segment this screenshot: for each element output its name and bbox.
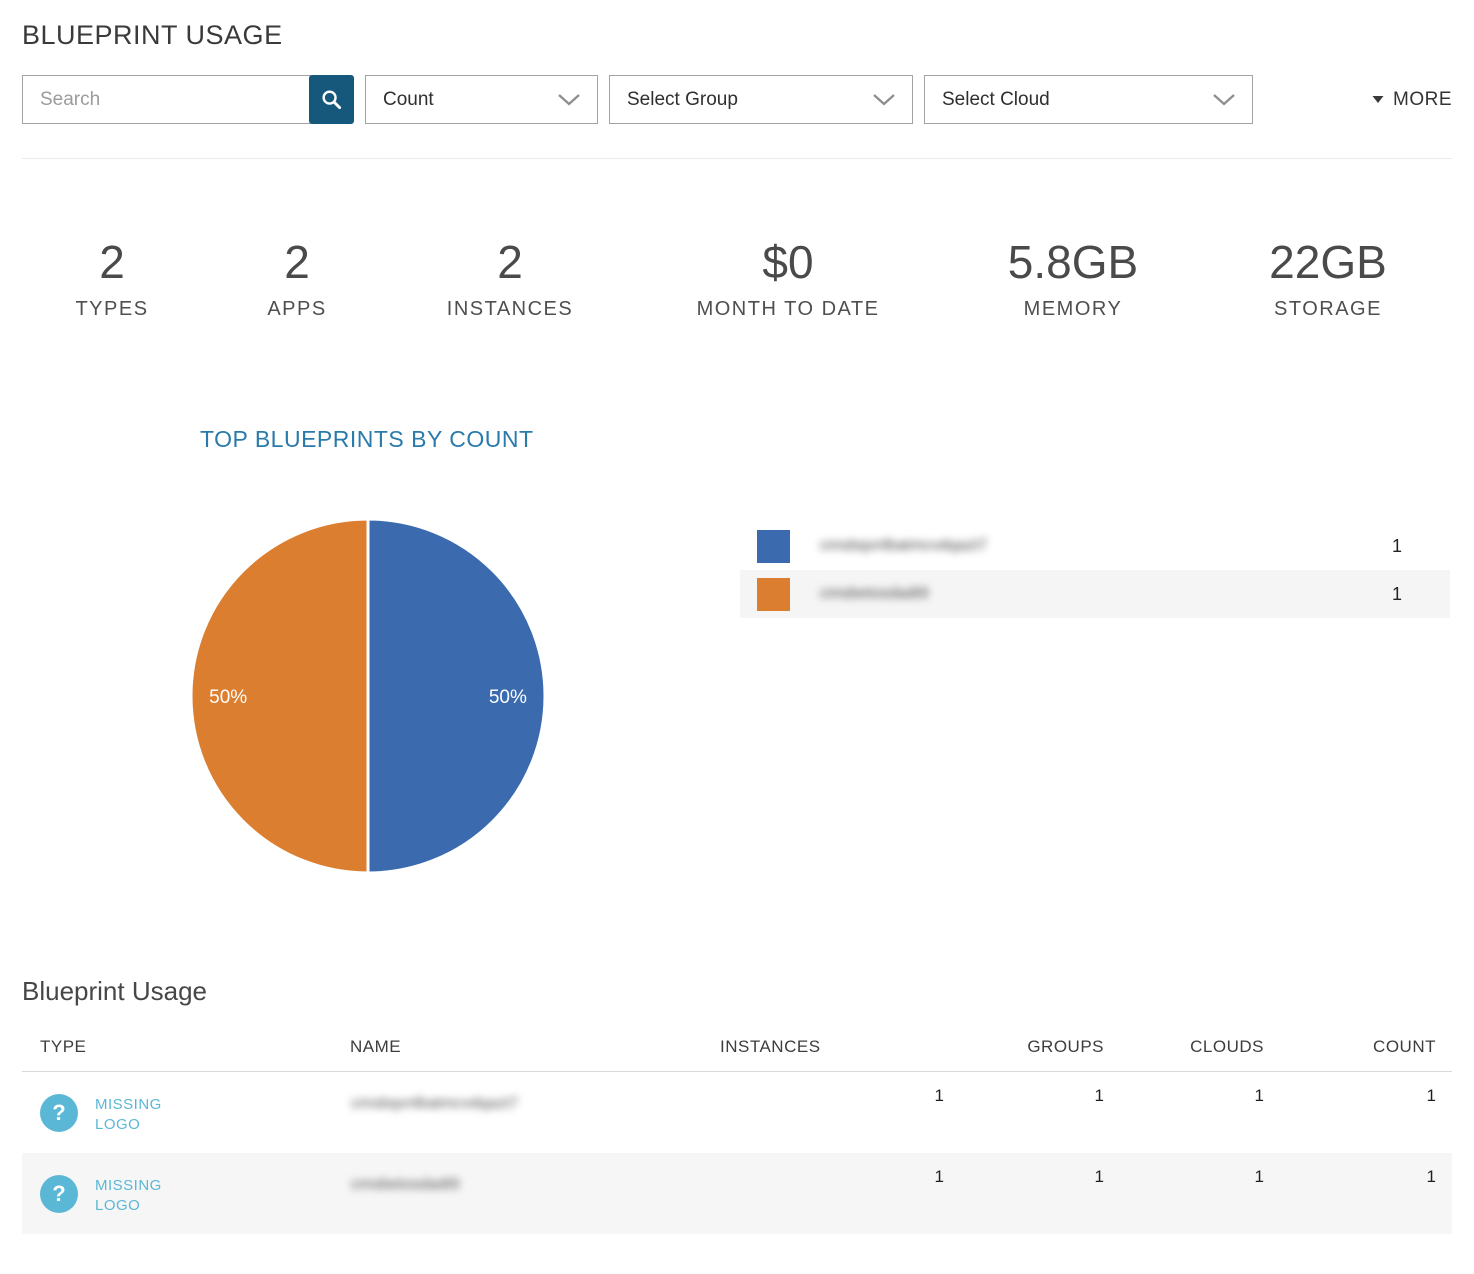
table-row[interactable]: ? MISSING LOGO cmsbetosdadt9 1 1 1 1 — [22, 1153, 1452, 1234]
blueprint-name-redacted: cmsbetosdadt9 — [351, 1176, 460, 1194]
col-header-name: NAME — [350, 1037, 720, 1072]
chart-title: TOP BLUEPRINTS BY COUNT — [200, 426, 534, 453]
page-title: BLUEPRINT USAGE — [22, 20, 1452, 51]
groups-value: 1 — [960, 1153, 1120, 1234]
page-header: BLUEPRINT USAGE Count Select Group — [0, 0, 1474, 124]
stats-row: 2 TYPES 2 APPS 2 INSTANCES $0 MONTH TO D… — [0, 159, 1474, 364]
count-value: 1 — [1280, 1153, 1452, 1234]
stat-value: 5.8GB — [1008, 237, 1138, 288]
clouds-value: 1 — [1120, 1153, 1280, 1234]
more-button[interactable]: MORE — [1372, 89, 1452, 111]
pie-slice-percent: 50% — [209, 687, 247, 708]
table-header-row: TYPE NAME INSTANCES GROUPS CLOUDS COUNT — [22, 1037, 1452, 1072]
col-header-type: TYPE — [22, 1037, 350, 1072]
col-header-count: COUNT — [1280, 1037, 1452, 1072]
legend-item: cmsbetosdadt9 1 — [740, 570, 1450, 618]
missing-logo-icon: ? — [40, 1094, 78, 1132]
stat-apps: 2 APPS — [267, 237, 326, 321]
count-select-value: Count — [383, 89, 434, 111]
stat-label: APPS — [267, 298, 326, 321]
blueprint-usage-table-section: Blueprint Usage TYPE NAME INSTANCES GROU… — [0, 976, 1474, 1234]
stat-value: 2 — [267, 237, 326, 288]
stat-types: 2 TYPES — [75, 237, 148, 321]
more-label: MORE — [1393, 89, 1452, 111]
search-icon — [320, 88, 343, 111]
missing-logo-label: MISSING LOGO — [95, 1095, 181, 1136]
cloud-select-value: Select Cloud — [942, 89, 1050, 111]
group-select-value: Select Group — [627, 89, 738, 111]
chevron-down-icon — [1212, 93, 1236, 107]
stat-label: INSTANCES — [447, 298, 573, 321]
stat-label: MONTH TO DATE — [697, 298, 880, 321]
search-group — [22, 75, 354, 124]
instances-value: 1 — [720, 1072, 960, 1153]
stat-label: TYPES — [75, 298, 148, 321]
stat-value: 2 — [447, 237, 573, 288]
legend-count: 1 — [1392, 584, 1402, 605]
pie-chart: 50% 50% — [188, 516, 548, 876]
col-header-clouds: CLOUDS — [1120, 1037, 1280, 1072]
count-value: 1 — [1280, 1072, 1452, 1153]
blueprint-name-redacted: cmsbqvnlbatmcvdqazt7 — [351, 1095, 518, 1113]
stat-value: $0 — [697, 237, 880, 288]
clouds-value: 1 — [1120, 1072, 1280, 1153]
chevron-down-icon — [872, 93, 896, 107]
col-header-groups: GROUPS — [960, 1037, 1120, 1072]
stat-instances: 2 INSTANCES — [447, 237, 573, 321]
col-header-instances: INSTANCES — [720, 1037, 960, 1072]
stat-value: 22GB — [1269, 237, 1387, 288]
stat-month-to-date: $0 MONTH TO DATE — [697, 237, 880, 321]
blueprint-type-cell: ? MISSING LOGO — [40, 1094, 349, 1136]
stat-memory: 5.8GB MEMORY — [1008, 237, 1138, 321]
legend-item: cmsbqvnlbatmcvdqazt7 1 — [740, 522, 1450, 570]
legend-label-redacted: cmsbetosdadt9 — [820, 585, 929, 603]
legend-swatch-orange — [757, 578, 790, 611]
stat-label: MEMORY — [1008, 298, 1138, 321]
count-select[interactable]: Count — [365, 75, 598, 124]
groups-value: 1 — [960, 1072, 1120, 1153]
legend-label-redacted: cmsbqvnlbatmcvdqazt7 — [820, 537, 987, 555]
blueprint-type-cell: ? MISSING LOGO — [40, 1175, 349, 1217]
table-title: Blueprint Usage — [22, 976, 1452, 1007]
chart-legend: cmsbqvnlbatmcvdqazt7 1 cmsbetosdadt9 1 — [740, 522, 1450, 618]
pie-chart-wrap: 50% 50% — [188, 516, 548, 876]
group-select[interactable]: Select Group — [609, 75, 913, 124]
blueprint-usage-table: TYPE NAME INSTANCES GROUPS CLOUDS COUNT … — [22, 1037, 1452, 1234]
stat-value: 2 — [75, 237, 148, 288]
stat-storage: 22GB STORAGE — [1269, 237, 1387, 321]
missing-logo-label: MISSING LOGO — [95, 1176, 181, 1217]
missing-logo-icon: ? — [40, 1175, 78, 1213]
chevron-down-icon — [557, 93, 581, 107]
table-row[interactable]: ? MISSING LOGO cmsbqvnlbatmcvdqazt7 1 1 … — [22, 1072, 1452, 1153]
legend-swatch-blue — [757, 530, 790, 563]
cloud-select[interactable]: Select Cloud — [924, 75, 1253, 124]
caret-down-icon — [1372, 95, 1384, 104]
legend-count: 1 — [1392, 536, 1402, 557]
pie-slice-percent: 50% — [489, 687, 527, 708]
stat-label: STORAGE — [1269, 298, 1387, 321]
search-button[interactable] — [309, 75, 354, 124]
search-input[interactable] — [22, 75, 311, 124]
top-blueprints-chart-section: TOP BLUEPRINTS BY COUNT 50% 50% cmsbqvnlb… — [0, 364, 1474, 964]
instances-value: 1 — [720, 1153, 960, 1234]
filter-toolbar: Count Select Group Select Cloud MORE — [22, 75, 1452, 124]
